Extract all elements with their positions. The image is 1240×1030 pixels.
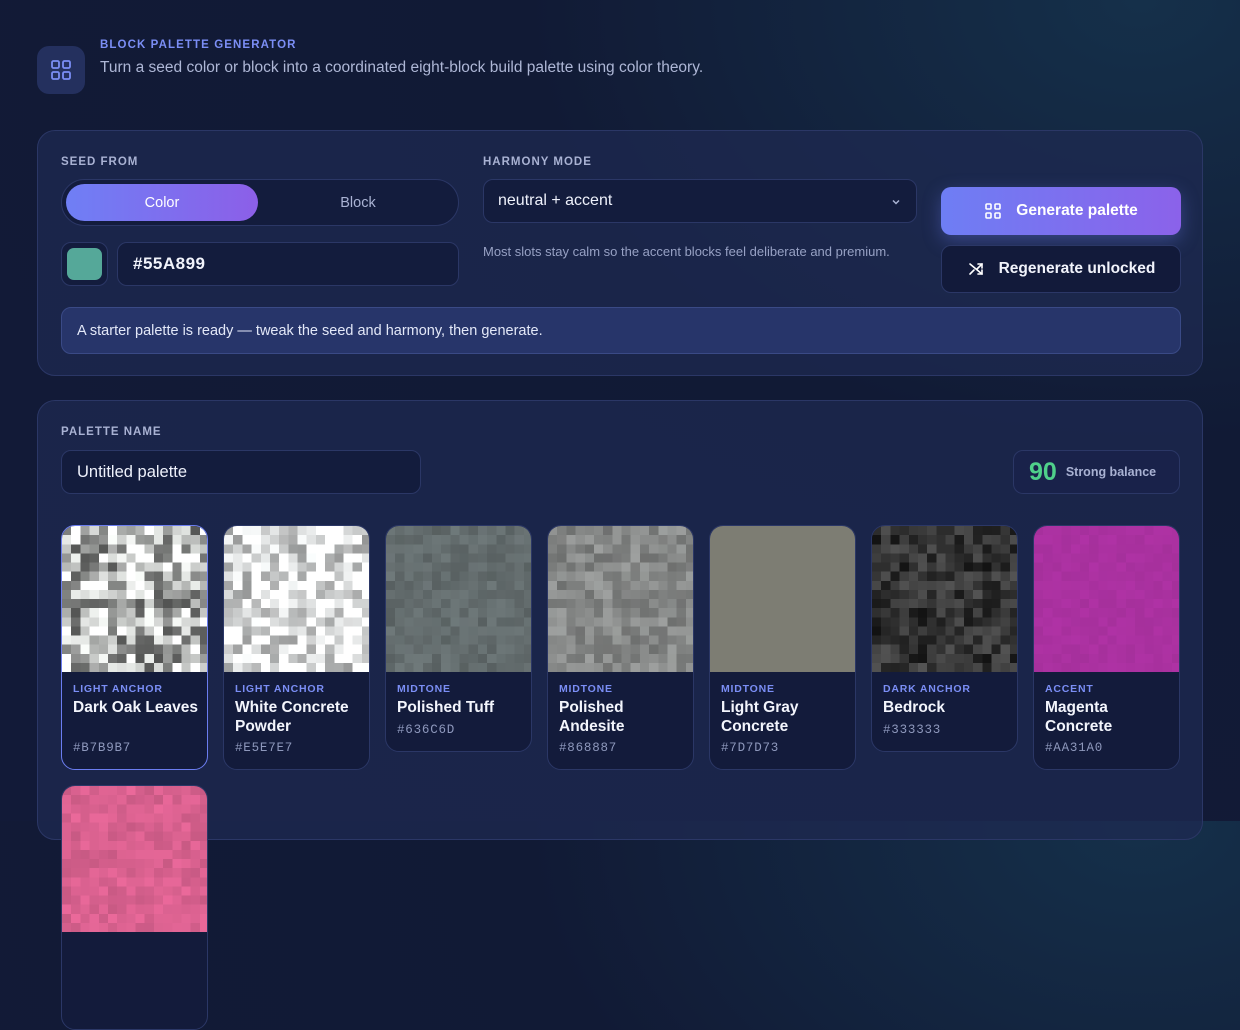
palette-panel: PALETTE NAME Untitled palette 90 Strong … <box>37 400 1203 1030</box>
block-hex: #B7B9B7 <box>73 741 132 755</box>
grid-icon <box>984 202 1002 220</box>
block-name: White Concrete Powder <box>235 699 349 735</box>
block-role: LIGHT ANCHOR <box>73 683 163 695</box>
seed-label: SEED FROM <box>61 156 139 168</box>
block-texture <box>62 526 207 672</box>
block-name: Bedrock <box>883 699 946 716</box>
block-name: Polished Andesite <box>559 699 625 735</box>
block-name: Dark Oak Leaves <box>73 699 198 716</box>
block-role: MIDTONE <box>397 683 451 695</box>
block-hex: #E5E7E7 <box>235 741 294 755</box>
palette-name-input[interactable]: Untitled palette <box>61 450 421 494</box>
seed-color-button[interactable]: Color <box>66 184 258 221</box>
balance-score-badge: 90 Strong balance <box>1013 450 1180 494</box>
controls-panel: SEED FROM Color Block #55A899 HARMONY MO… <box>37 130 1203 376</box>
app-eyebrow: BLOCK PALETTE GENERATOR <box>100 39 297 51</box>
generate-palette-button[interactable]: Generate palette <box>941 187 1181 235</box>
block-texture <box>1034 526 1179 672</box>
block-hex: #636C6D <box>397 723 456 737</box>
block-tile[interactable]: MIDTONE Polished Tuff #636C6D <box>385 525 532 752</box>
chevron-down-icon <box>890 195 902 213</box>
status-message: A starter palette is ready — tweak the s… <box>61 307 1181 354</box>
generate-label: Generate palette <box>1016 202 1138 219</box>
balance-score: 90 <box>1029 457 1057 486</box>
regenerate-label: Regenerate unlocked <box>998 260 1156 277</box>
block-texture <box>548 526 693 672</box>
harmony-label: HARMONY MODE <box>483 156 592 168</box>
color-picker[interactable] <box>61 242 108 286</box>
app-header: BLOCK PALETTE GENERATOR Turn a seed colo… <box>37 36 720 94</box>
block-texture <box>872 526 1017 672</box>
app-subtitle: Turn a seed color or block into a coordi… <box>100 59 704 76</box>
block-name: Light Gray Concrete <box>721 699 799 735</box>
block-hex: #868887 <box>559 741 618 755</box>
block-role: LIGHT ANCHOR <box>235 683 325 695</box>
balance-score-label: Strong balance <box>1065 465 1157 479</box>
block-role: MIDTONE <box>721 683 775 695</box>
block-texture <box>62 786 207 932</box>
block-tile[interactable]: LIGHT ANCHOR White Concrete Powder #E5E7… <box>223 525 370 770</box>
seed-swatch <box>67 248 102 280</box>
block-role: DARK ANCHOR <box>883 683 971 695</box>
harmony-value: neutral + accent <box>498 192 613 209</box>
block-tile[interactable]: LIGHT ANCHOR Dark Oak Leaves #B7B9B7 <box>61 525 208 770</box>
block-name: Magenta Concrete <box>1045 699 1113 735</box>
block-role: MIDTONE <box>559 683 613 695</box>
regenerate-unlocked-button[interactable]: Regenerate unlocked <box>941 245 1181 293</box>
block-texture <box>386 526 531 672</box>
grid-icon <box>37 46 85 94</box>
block-hex: #AA31A0 <box>1045 741 1104 755</box>
shuffle-icon <box>967 260 985 278</box>
harmony-help: Most slots stay calm so the accent block… <box>483 244 890 259</box>
block-hex: #333333 <box>883 723 942 737</box>
hex-input[interactable]: #55A899 <box>117 242 459 286</box>
block-texture <box>224 526 369 672</box>
block-tile[interactable]: MIDTONE Light Gray Concrete #7D7D73 <box>709 525 856 770</box>
block-hex: #7D7D73 <box>721 741 780 755</box>
block-tile[interactable] <box>61 785 208 1030</box>
harmony-select[interactable]: neutral + accent <box>483 179 917 223</box>
block-name: Polished Tuff <box>397 699 495 716</box>
seed-toggle: Color Block <box>61 179 459 226</box>
block-texture <box>710 526 855 672</box>
block-tile[interactable]: ACCENT Magenta Concrete #AA31A0 <box>1033 525 1180 770</box>
block-tile[interactable]: DARK ANCHOR Bedrock #333333 <box>871 525 1018 752</box>
block-tile[interactable]: MIDTONE Polished Andesite #868887 <box>547 525 694 770</box>
block-role: ACCENT <box>1045 683 1094 695</box>
seed-block-button[interactable]: Block <box>262 184 454 221</box>
palette-name-label: PALETTE NAME <box>61 426 162 438</box>
